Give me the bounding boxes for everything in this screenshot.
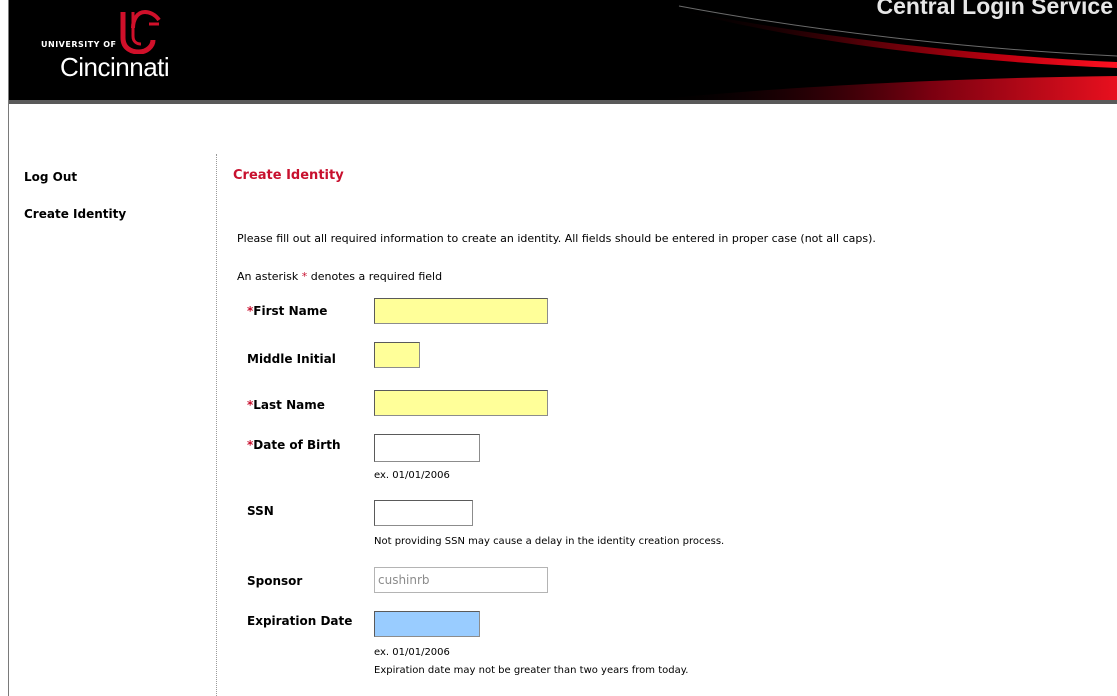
sponsor-label: Sponsor	[247, 574, 303, 588]
expiration-date-hint: ex. 01/01/2006	[374, 647, 450, 658]
expiration-date-input[interactable]	[374, 611, 480, 637]
sidebar-nav: Log Out Create Identity	[24, 170, 204, 244]
required-field-note: An asterisk * denotes a required field	[237, 270, 443, 283]
last-name-label: *Last Name	[247, 398, 325, 412]
last-name-input[interactable]	[374, 390, 548, 416]
sidebar-divider	[216, 154, 217, 696]
site-header: UNIVERSITY OF Cincinnati Central Login S…	[9, 0, 1117, 104]
ssn-input[interactable]	[374, 500, 473, 526]
sidebar-item-create-identity[interactable]: Create Identity	[24, 207, 204, 221]
expiration-date-label: Expiration Date	[247, 614, 353, 628]
date-of-birth-hint: ex. 01/01/2006	[374, 470, 450, 481]
logo-university-of-text: UNIVERSITY OF	[41, 40, 117, 49]
logo-cincinnati-text: Cincinnati	[60, 52, 170, 82]
sidebar-item-log-out[interactable]: Log Out	[24, 170, 204, 184]
window-frame-edge	[0, 0, 9, 696]
first-name-input[interactable]	[374, 298, 548, 324]
service-title: Central Login Service	[876, 0, 1113, 19]
first-name-label: *First Name	[247, 304, 328, 318]
uc-mark-icon	[120, 10, 161, 54]
expiration-date-note: Expiration date may not be greater than …	[374, 665, 689, 676]
ssn-label: SSN	[247, 504, 274, 518]
main-content: Create Identity Please fill out all requ…	[233, 168, 1113, 676]
page-title: Create Identity	[233, 168, 344, 183]
date-of-birth-input[interactable]	[374, 434, 480, 462]
middle-initial-input[interactable]	[374, 342, 420, 368]
sponsor-input	[374, 567, 548, 593]
ssn-hint: Not providing SSN may cause a delay in t…	[374, 536, 725, 547]
intro-text: Please fill out all required information…	[237, 232, 876, 245]
university-logo[interactable]: UNIVERSITY OF Cincinnati	[31, 8, 201, 86]
middle-initial-label: Middle Initial	[247, 352, 336, 366]
date-of-birth-label: *Date of Birth	[247, 438, 341, 452]
